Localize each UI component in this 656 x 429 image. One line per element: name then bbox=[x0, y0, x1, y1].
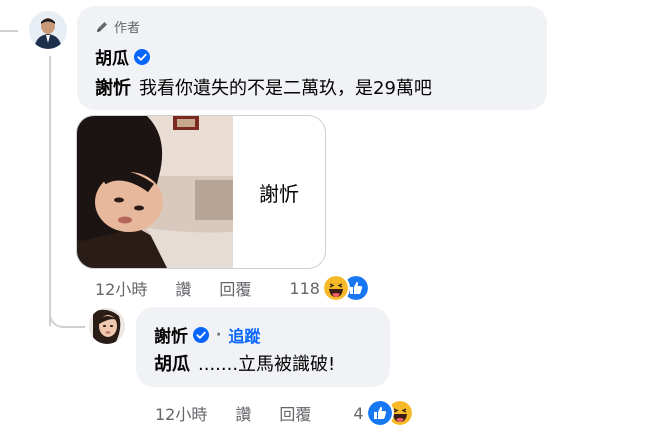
author-avatar-huagua[interactable] bbox=[29, 11, 67, 49]
haha-reaction-icon bbox=[321, 274, 350, 302]
like-button[interactable]: 讚 bbox=[175, 276, 191, 300]
follow-button[interactable]: 追蹤 bbox=[228, 323, 260, 347]
avatar-image bbox=[89, 308, 125, 344]
mention-card[interactable]: 謝忻 bbox=[76, 115, 326, 269]
comment-author-row: 胡瓜 bbox=[95, 44, 150, 69]
author-badge: 作者 bbox=[95, 17, 140, 36]
comment-timestamp[interactable]: 12小時 bbox=[155, 401, 207, 425]
thread-line-reply-curve bbox=[49, 300, 85, 328]
comment-text-1: 謝忻 我看你遺失的不是二萬玖，是29萬吧 bbox=[95, 74, 432, 100]
comment-actions-1: 12小時 讚 回覆 118 bbox=[95, 274, 370, 302]
comment-bubble-1: 作者 胡瓜 謝忻 我看你遺失的不是二萬玖，是29萬吧 bbox=[77, 6, 547, 110]
comment-actions-2: 12小時 讚 回覆 4 bbox=[155, 399, 414, 427]
reaction-icons[interactable] bbox=[321, 274, 370, 302]
reaction-icons[interactable] bbox=[365, 399, 414, 427]
pencil-icon bbox=[97, 21, 107, 32]
mention-card-name: 謝忻 bbox=[259, 181, 299, 206]
like-reaction-icon bbox=[365, 399, 394, 427]
comment-author-name[interactable]: 胡瓜 bbox=[95, 44, 129, 69]
reply-author-row: 謝忻 · 追蹤 bbox=[154, 322, 260, 347]
comment-bubble-2: 謝忻 · 追蹤 胡瓜 .......立馬被識破! bbox=[136, 307, 390, 387]
mention-photo bbox=[77, 116, 233, 268]
avatar-image bbox=[29, 11, 67, 49]
thread-line-top bbox=[0, 30, 18, 32]
comment-body: 我看你遺失的不是二萬玖，是29萬吧 bbox=[139, 78, 432, 99]
comment-timestamp[interactable]: 12小時 bbox=[95, 276, 147, 300]
like-button[interactable]: 讚 bbox=[235, 401, 251, 425]
reaction-count[interactable]: 118 bbox=[289, 279, 320, 298]
reaction-count[interactable]: 4 bbox=[353, 404, 363, 423]
verified-badge-icon bbox=[193, 326, 209, 343]
thread-line-vertical bbox=[49, 56, 51, 326]
author-badge-label: 作者 bbox=[114, 21, 141, 36]
mention-tag[interactable]: 謝忻 bbox=[95, 78, 131, 99]
comment-body: .......立馬被識破! bbox=[198, 354, 336, 375]
reply-author-avatar[interactable] bbox=[89, 308, 125, 344]
comment-text-2: 胡瓜 .......立馬被識破! bbox=[154, 350, 335, 376]
reply-button[interactable]: 回覆 bbox=[279, 401, 311, 425]
separator-dot: · bbox=[216, 326, 222, 343]
reply-button[interactable]: 回覆 bbox=[219, 276, 251, 300]
verified-badge-icon bbox=[134, 48, 150, 65]
reply-author-name[interactable]: 謝忻 bbox=[154, 322, 188, 347]
mention-tag[interactable]: 胡瓜 bbox=[154, 354, 190, 375]
